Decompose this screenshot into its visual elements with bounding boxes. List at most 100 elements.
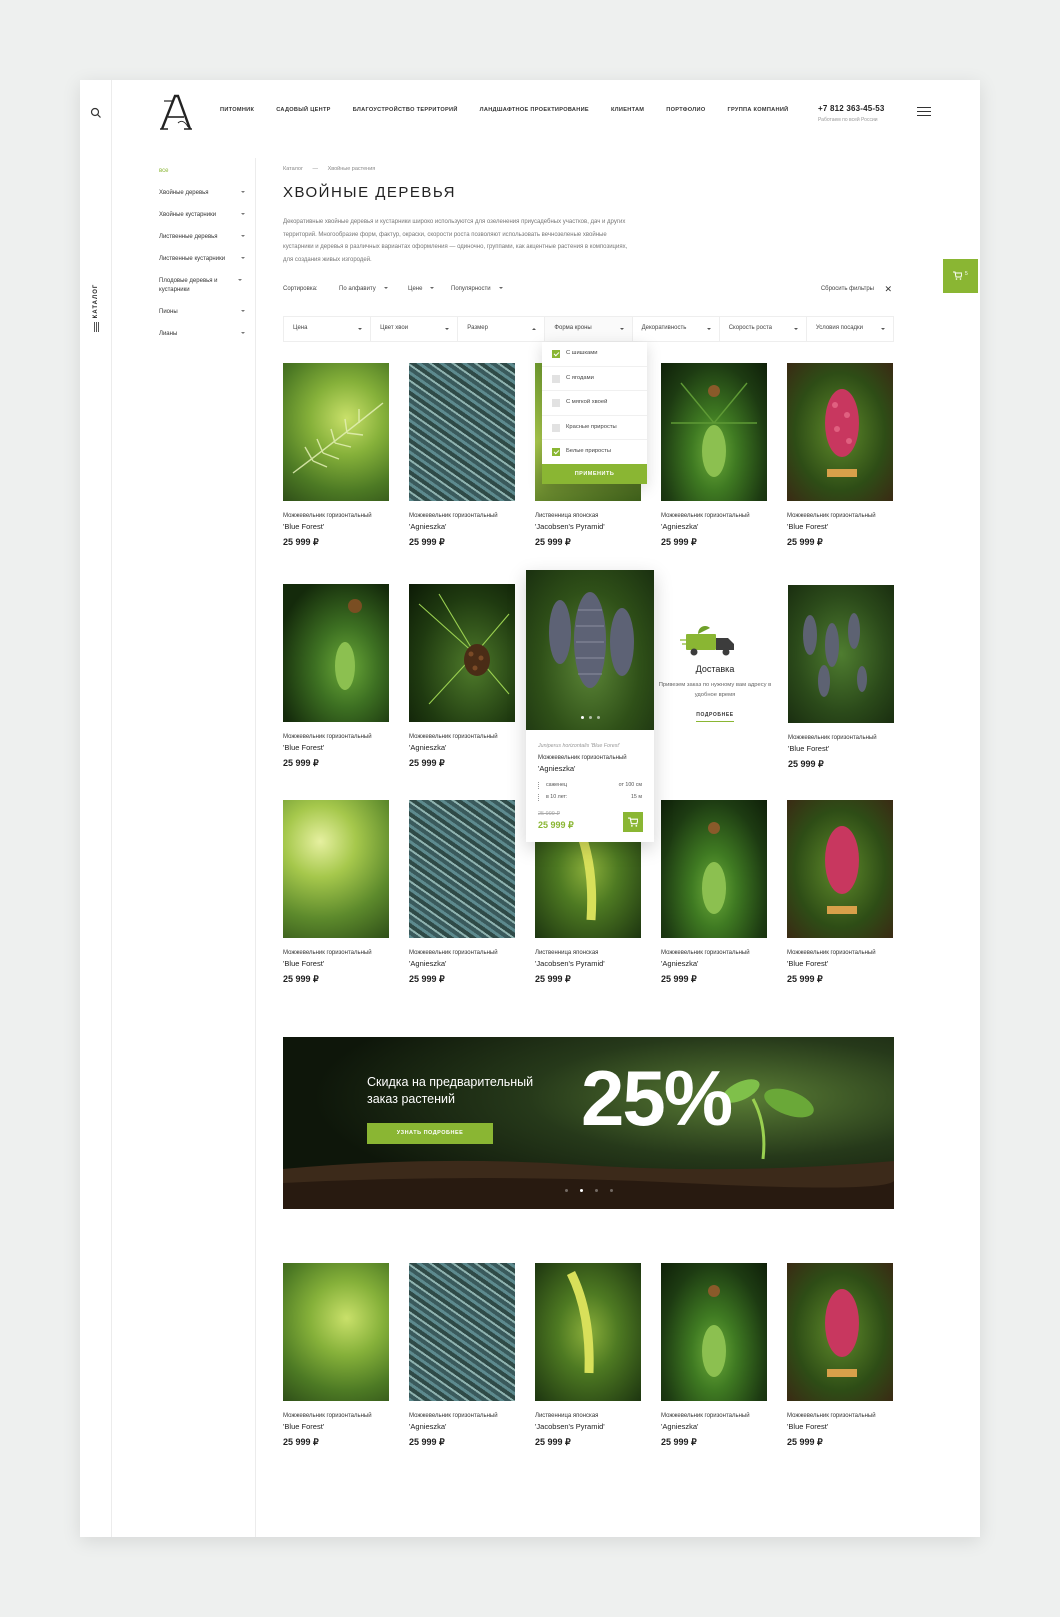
sidebar-item-conifer-shrubs[interactable]: Хвойные кустарники <box>112 211 255 219</box>
product-image[interactable] <box>409 1263 515 1401</box>
product-card[interactable]: Можжевельник горизонтальный 'Blue Forest'… <box>787 363 893 548</box>
filter-planting-conditions[interactable]: Условия посадки <box>807 317 893 341</box>
filter-price[interactable]: Цена <box>284 317 372 341</box>
product-image[interactable] <box>787 800 893 938</box>
catalog-toggle[interactable]: КАТАЛОГ <box>84 284 108 332</box>
breadcrumb-catalog[interactable]: Каталог <box>283 166 303 172</box>
product-image[interactable] <box>661 800 767 938</box>
nav-item-portfolio[interactable]: ПОРТФОЛИО <box>666 107 705 113</box>
product-card[interactable]: Можжевельник горизонтальный 'Blue Forest'… <box>283 800 389 985</box>
option-red-growth[interactable]: Красные приросты <box>542 416 647 440</box>
nav-item-clients[interactable]: КЛИЕНТАМ <box>611 107 644 113</box>
option-with-berries[interactable]: С ягодами <box>542 367 647 391</box>
product-card[interactable]: Можжевельник горизонтальный 'Agnieszka' 2… <box>409 800 515 985</box>
delivery-more-link[interactable]: ПОДРОБНЕЕ <box>696 712 734 722</box>
product-card[interactable]: Можжевельник горизонтальный 'Blue Forest'… <box>787 800 893 985</box>
nav-item-group[interactable]: ГРУППА КОМПАНИЙ <box>727 107 788 113</box>
product-image[interactable] <box>409 800 515 938</box>
product-card[interactable]: Можжевельник горизонтальный 'Blue Forest'… <box>283 363 389 548</box>
product-image[interactable] <box>787 363 893 501</box>
product-cultivar[interactable]: 'Agnieszka' <box>661 958 767 969</box>
featured-product-card[interactable]: Juniperus horizontalis 'Blue Forest' Мож… <box>526 570 654 842</box>
product-card[interactable]: Лиственница японская 'Jacobsen's Pyramid'… <box>535 1263 641 1448</box>
product-cultivar[interactable]: 'Agnieszka' <box>661 1421 767 1432</box>
add-to-cart-button[interactable] <box>623 812 643 832</box>
product-card[interactable]: Можжевельник горизонтальный 'Agnieszka' 2… <box>409 363 515 548</box>
nav-item-landscape-design[interactable]: ЛАНДШАФТНОЕ ПРОЕКТИРОВАНИЕ <box>480 107 589 113</box>
product-image[interactable] <box>283 363 389 501</box>
sidebar-item-conifer-trees[interactable]: Хвойные деревья <box>112 189 255 197</box>
product-image[interactable] <box>535 1263 641 1401</box>
product-cultivar[interactable]: 'Jacobsen's Pyramid' <box>535 521 641 532</box>
product-image[interactable] <box>283 800 389 938</box>
product-image[interactable] <box>661 1263 767 1401</box>
carousel-dots[interactable] <box>526 706 654 724</box>
logo[interactable] <box>158 93 194 133</box>
filter-needle-color[interactable]: Цвет хвои <box>371 317 459 341</box>
product-cultivar[interactable]: 'Blue Forest' <box>283 958 389 969</box>
product-cultivar[interactable]: 'Blue Forest' <box>283 1421 389 1432</box>
product-cultivar[interactable]: 'Agnieszka' <box>409 521 515 532</box>
product-cultivar[interactable]: 'Blue Forest' <box>787 1421 893 1432</box>
product-image[interactable] <box>788 585 894 723</box>
product-image-carousel[interactable] <box>526 570 654 730</box>
phone-number[interactable]: +7 812 363-45-53 <box>818 104 885 113</box>
close-icon[interactable]: ✕ <box>884 284 892 295</box>
product-card[interactable]: Можжевельник горизонтальный 'Blue Forest'… <box>788 585 894 770</box>
search-icon[interactable] <box>90 107 102 119</box>
product-image[interactable] <box>787 1263 893 1401</box>
apply-button[interactable]: ПРИМЕНИТЬ <box>542 464 647 484</box>
product-cultivar[interactable]: 'Blue Forest' <box>283 521 389 532</box>
product-card[interactable]: Можжевельник горизонтальный 'Agnieszka' 2… <box>661 800 767 985</box>
nav-item-nursery[interactable]: ПИТОМНИК <box>220 107 254 113</box>
product-cultivar[interactable]: 'Jacobsen's Pyramid' <box>535 1421 641 1432</box>
checkbox-checked[interactable] <box>552 448 560 456</box>
filter-crown-shape[interactable]: Форма кроны <box>545 317 633 341</box>
filter-size[interactable]: Размер <box>458 317 546 341</box>
product-card[interactable]: Можжевельник горизонтальный 'Agnieszka' 2… <box>409 1263 515 1448</box>
product-card[interactable]: Можжевельник горизонтальный 'Blue Forest'… <box>283 1263 389 1448</box>
product-image[interactable] <box>283 584 389 722</box>
sidebar-item-fruit-trees[interactable]: Плодовые деревья и кустарники <box>112 277 252 293</box>
option-white-growth[interactable]: Белые приросты <box>542 440 647 465</box>
product-cultivar[interactable]: 'Agnieszka' <box>409 742 515 753</box>
sidebar-item-all[interactable]: все <box>112 167 255 175</box>
checkbox[interactable] <box>552 399 560 407</box>
product-image[interactable] <box>283 1263 389 1401</box>
option-soft-needles[interactable]: С мягкой хвоей <box>542 391 647 416</box>
filter-decorativeness[interactable]: Декоративность <box>633 317 720 341</box>
product-cultivar[interactable]: 'Agnieszka' <box>409 1421 515 1432</box>
sidebar-item-deciduous-trees[interactable]: Лиственные деревья <box>112 233 255 241</box>
reset-filters-link[interactable]: Сбросить фильтры <box>821 286 874 292</box>
promo-banner[interactable]: Скидка на предварительный заказ растений… <box>283 1037 894 1209</box>
product-cultivar[interactable]: 'Blue Forest' <box>283 742 389 753</box>
product-cultivar[interactable]: 'Agnieszka' <box>661 521 767 532</box>
filter-growth-speed[interactable]: Скорость роста <box>720 317 807 341</box>
product-cultivar[interactable]: 'Agnieszka' <box>409 958 515 969</box>
checkbox-checked[interactable] <box>552 350 560 358</box>
cart-tab[interactable]: 5 <box>943 259 978 293</box>
sort-popularity[interactable]: Популярности <box>451 286 503 292</box>
banner-carousel-dots[interactable] <box>283 1179 894 1197</box>
hamburger-menu-icon[interactable] <box>917 107 931 116</box>
product-cultivar[interactable]: 'Agnieszka' <box>538 763 627 774</box>
product-image[interactable] <box>409 363 515 501</box>
product-card[interactable]: Можжевельник горизонтальный 'Blue Forest'… <box>283 584 389 769</box>
product-image[interactable] <box>409 584 515 722</box>
sidebar-item-vines[interactable]: Лианы <box>112 330 255 338</box>
product-card[interactable]: Можжевельник горизонтальный 'Blue Forest'… <box>787 1263 893 1448</box>
product-cultivar[interactable]: 'Jacobsen's Pyramid' <box>535 958 641 969</box>
product-cultivar[interactable]: 'Blue Forest' <box>787 521 893 532</box>
sort-price[interactable]: Цене <box>408 286 434 292</box>
product-cultivar[interactable]: 'Blue Forest' <box>787 958 893 969</box>
product-card[interactable]: Можжевельник горизонтальный 'Agnieszka' 2… <box>661 363 767 548</box>
option-with-cones[interactable]: С шишками <box>542 342 647 367</box>
learn-more-button[interactable]: УЗНАТЬ ПОДРОБНЕЕ <box>367 1123 493 1144</box>
product-image[interactable] <box>661 363 767 501</box>
sidebar-item-deciduous-shrubs[interactable]: Лиственные кустарники <box>112 255 255 263</box>
sidebar-item-peonies[interactable]: Пионы <box>112 308 255 316</box>
nav-item-landscaping[interactable]: БЛАГОУСТРОЙСТВО ТЕРРИТОРИЙ <box>353 107 458 113</box>
checkbox[interactable] <box>552 374 560 383</box>
sort-alphabet[interactable]: По алфавиту <box>339 286 388 292</box>
breadcrumb-current[interactable]: Хвойные растения <box>328 166 376 172</box>
